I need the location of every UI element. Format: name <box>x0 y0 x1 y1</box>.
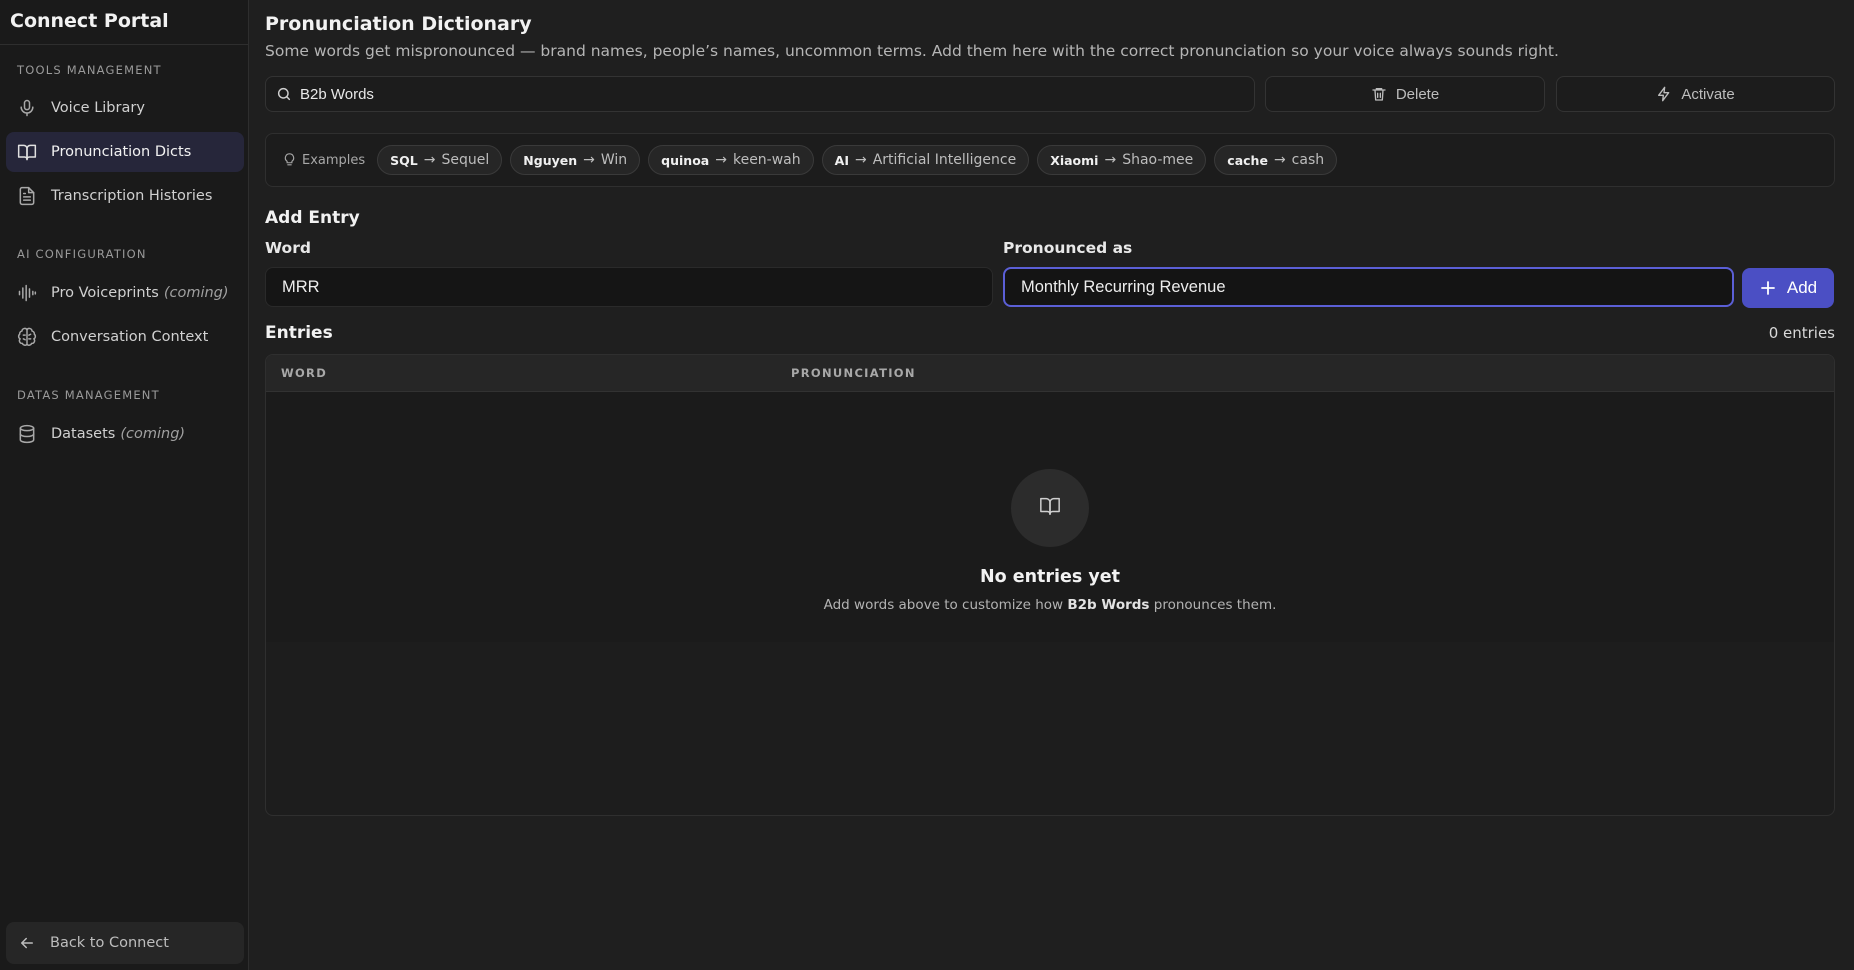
lightning-icon <box>1656 85 1674 103</box>
example-chip[interactable]: cache → cash <box>1214 145 1338 175</box>
microphone-icon <box>16 97 38 119</box>
activate-button[interactable]: Activate <box>1556 76 1835 112</box>
example-chip[interactable]: Xiaomi → Shao-mee <box>1037 145 1207 175</box>
arrow-right-icon: → <box>854 152 867 168</box>
example-chip[interactable]: Nguyen → Win <box>510 145 641 175</box>
sidebar-item-pronunciation-dicts[interactable]: Pronunciation Dicts <box>6 132 244 172</box>
sidebar-item-label: Transcription Histories <box>51 188 213 204</box>
search-input[interactable] <box>300 85 1200 103</box>
search-icon <box>276 85 294 103</box>
page-description: Some words get mispronounced — brand nam… <box>265 42 1559 60</box>
delete-label: Delete <box>1395 85 1440 103</box>
sidebar-item-pro-voiceprints[interactable]: Pro Voiceprints (coming) <box>6 273 244 313</box>
column-header-pronunciation[interactable]: PRONUNCIATION <box>791 366 916 380</box>
page-title: Pronunciation Dictionary <box>265 13 532 35</box>
book-icon <box>1038 495 1062 521</box>
app-brand: Connect Portal <box>0 0 248 45</box>
book-icon <box>16 141 38 163</box>
waveform-icon <box>16 282 38 304</box>
back-to-connect-button[interactable]: Back to Connect <box>6 922 244 964</box>
sidebar-item-label: Conversation Context <box>51 329 209 345</box>
sidebar-item-label: Datasets <box>51 426 116 442</box>
document-icon <box>16 185 38 207</box>
section-label-ai: AI CONFIGURATION <box>17 247 147 261</box>
empty-state-description: Add words above to customize how B2b Wor… <box>823 597 1277 613</box>
sidebar: Connect Portal TOOLS MANAGEMENT Voice Li… <box>0 0 249 970</box>
entries-count: 0 entries <box>1768 324 1835 342</box>
plus-icon <box>1759 279 1777 297</box>
arrow-right-icon: → <box>1104 152 1117 168</box>
arrow-right-icon: → <box>715 152 727 168</box>
arrow-right-icon: → <box>583 152 595 168</box>
coming-tag: (coming) <box>163 285 229 301</box>
entries-table: WORD PRONUNCIATION No entries yet Add wo… <box>265 354 1835 816</box>
sidebar-item-label: Pro Voiceprints <box>51 285 159 301</box>
examples-label: Examples <box>284 153 365 168</box>
activate-label: Activate <box>1681 85 1735 103</box>
empty-state-title: No entries yet <box>979 567 1121 587</box>
arrow-left-icon <box>16 932 38 954</box>
pronounced-as-label: Pronounced as <box>1003 239 1133 257</box>
lightbulb-icon <box>284 153 296 167</box>
delete-button[interactable]: Delete <box>1265 76 1545 112</box>
add-button[interactable]: Add <box>1742 268 1834 308</box>
example-chip[interactable]: SQL → Sequel <box>377 145 503 175</box>
sidebar-item-transcription-histories[interactable]: Transcription Histories <box>6 176 244 216</box>
example-chip[interactable]: quinoa → keen-wah <box>648 145 814 175</box>
section-label-datas: DATAS MANAGEMENT <box>17 388 160 402</box>
sidebar-item-conversation-context[interactable]: Conversation Context <box>6 317 244 357</box>
sidebar-item-label: Voice Library <box>51 100 145 116</box>
empty-state: No entries yet Add words above to custom… <box>266 392 1834 642</box>
sidebar-item-label: Pronunciation Dicts <box>51 144 192 160</box>
entries-title: Entries <box>265 323 333 343</box>
add-entry-title: Add Entry <box>265 208 360 228</box>
dictionary-search[interactable] <box>265 76 1255 112</box>
database-icon <box>16 423 38 445</box>
add-label: Add <box>1786 278 1818 297</box>
trash-icon <box>1371 85 1389 103</box>
examples-panel: Examples SQL → Sequel Nguyen → Win quinoa → ke… <box>265 133 1835 187</box>
back-label: Back to Connect <box>50 935 169 951</box>
column-header-word[interactable]: WORD <box>281 366 327 380</box>
brain-icon <box>16 326 38 348</box>
pronounced-as-field[interactable] <box>1003 267 1734 307</box>
pronounced-as-input[interactable] <box>1021 277 1697 297</box>
table-header: WORD PRONUNCIATION <box>266 355 1834 392</box>
word-label: Word <box>265 239 311 257</box>
arrow-right-icon: → <box>1273 152 1286 168</box>
coming-tag: (coming) <box>120 426 186 442</box>
word-field[interactable] <box>265 267 993 307</box>
example-chip[interactable]: AI → Artificial Intelligence <box>821 145 1030 175</box>
sidebar-item-datasets[interactable]: Datasets (coming) <box>6 414 244 454</box>
empty-state-badge <box>1011 469 1089 547</box>
word-input[interactable] <box>282 277 957 297</box>
arrow-right-icon: → <box>423 152 436 168</box>
sidebar-item-voice-library[interactable]: Voice Library <box>6 88 244 128</box>
section-label-tools: TOOLS MANAGEMENT <box>17 63 162 77</box>
